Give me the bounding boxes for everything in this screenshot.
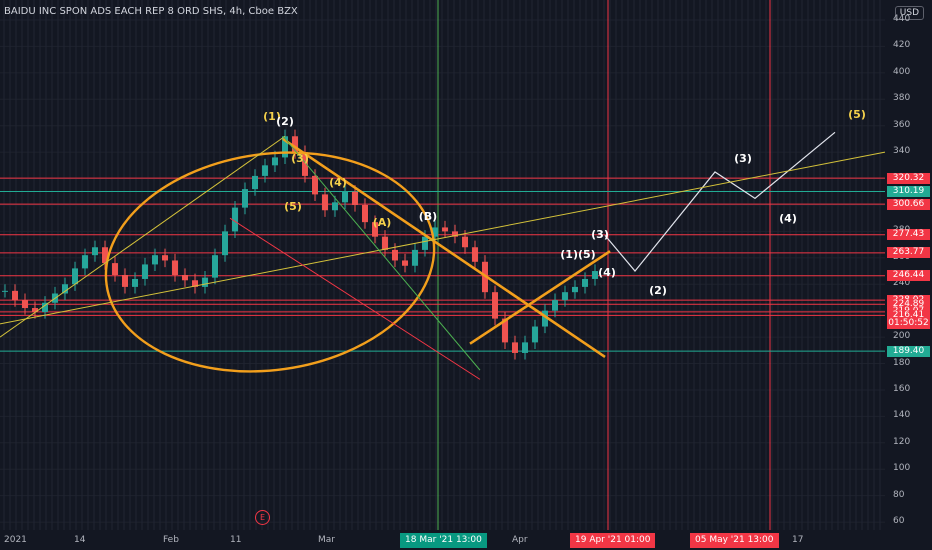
wave-label: (3) [291,152,309,165]
candle-body [552,300,558,311]
candle-body [262,165,268,176]
price-tick-label: 180 [893,357,911,368]
wave-label: (4) [598,266,616,279]
candle-body [532,326,538,343]
candle-body [222,231,228,256]
candle-body [2,290,8,292]
wave-label: (5) [284,200,302,213]
price-tick-label: 60 [893,516,905,527]
price-level-tag: 189.40 [887,345,930,357]
candle-body [92,247,98,256]
price-level-tag: 246.44 [887,270,930,282]
candle-body [172,260,178,275]
candle-body [562,292,568,301]
candle-body [252,175,258,190]
price-tick-label: 80 [893,489,905,500]
time-tick-label: Apr [512,535,528,545]
wave-label: (2) [649,284,667,297]
wave-label: (4) [779,212,797,225]
candle-body [352,191,358,205]
candle-body [272,157,278,166]
price-tick-label: 140 [893,410,911,421]
candle-body [462,236,468,248]
time-tick-label: 11 [230,535,242,545]
candle-body [182,275,188,281]
candle-body [112,263,118,275]
price-tick-label: 120 [893,436,911,447]
price-tick-label: 340 [893,146,911,157]
candle-body [322,194,328,211]
candle-body [492,292,498,319]
candle-body [522,342,528,353]
wave-label: (B) [419,210,437,223]
price-level-tag: 320.32 [887,172,930,184]
orange-trendline [469,250,611,345]
candle-body [402,260,408,266]
candle-body [392,249,398,261]
candle-body [422,236,428,250]
price-tick-label: 420 [893,40,911,51]
price-chart[interactable]: (1)(2)(3)(4)(5)(A) (B)(1)(5)(3)(4)(2)(3)(… [0,0,932,550]
price-tick-label: 360 [893,119,911,130]
session-stripes [3,0,881,530]
wave-label: (4) [329,176,347,189]
time-tick-label: Mar [318,535,335,545]
orange-trendline [282,137,606,358]
time-marker-tag: 19 Apr '21 01:00 [570,533,656,548]
time-tick-label: 17 [792,535,804,545]
time-tick-label: 14 [74,535,86,545]
candle-body [582,278,588,287]
candle-body [12,290,18,301]
candle-body [152,255,158,265]
price-level-tag: 310.19 [887,186,930,197]
time-tick-label: Feb [163,535,179,545]
price-tick-label: 200 [893,331,911,342]
candle-body [72,268,78,285]
chart-title: BAIDU INC SPON ADS EACH REP 8 ORD SHS, 4… [4,6,298,17]
wave-label: (5) [848,108,866,121]
candle-body [592,271,598,279]
wave-label: (2) [276,115,294,128]
price-tick-label: 400 [893,66,911,77]
candle-body [332,202,338,211]
price-level-tag: 300.66 [887,198,930,210]
candle-body [132,278,138,287]
time-marker-tag: 05 May '21 13:00 [690,533,779,548]
time-marker-tag: 18 Mar '21 13:00 [400,533,487,548]
candle-body [442,227,448,232]
candle-body [82,255,88,269]
candle-body [22,300,28,309]
candle-body [162,255,168,261]
wave-label: (3) [591,228,609,241]
earnings-icon[interactable]: E [255,510,270,525]
candle-body [62,284,68,294]
candle-body [142,264,148,279]
candle-body [512,342,518,353]
price-level-tag: 277.43 [887,229,930,241]
candle-body [572,286,578,293]
candle-body [242,189,248,208]
candle-body [362,204,368,223]
price-tick-label: 160 [893,383,911,394]
price-tick-label: 380 [893,93,911,104]
time-tick-label: 2021 [4,535,27,545]
bar-countdown: 01:50:52 [887,317,930,329]
price-tick-label: 440 [893,14,911,24]
candle-body [212,255,218,278]
candle-body [122,275,128,287]
wave-label: (3) [734,152,752,165]
candle-body [472,247,478,262]
price-tick-label: 100 [893,463,911,474]
candle-body [412,249,418,266]
wave-label: (A) [373,216,392,229]
candle-body [312,175,318,195]
candle-body [342,191,348,203]
candle-body [202,277,208,287]
price-level-tag: 263.77 [887,247,930,259]
wave-label: (1)(5) [560,248,595,261]
candle-body [382,236,388,250]
